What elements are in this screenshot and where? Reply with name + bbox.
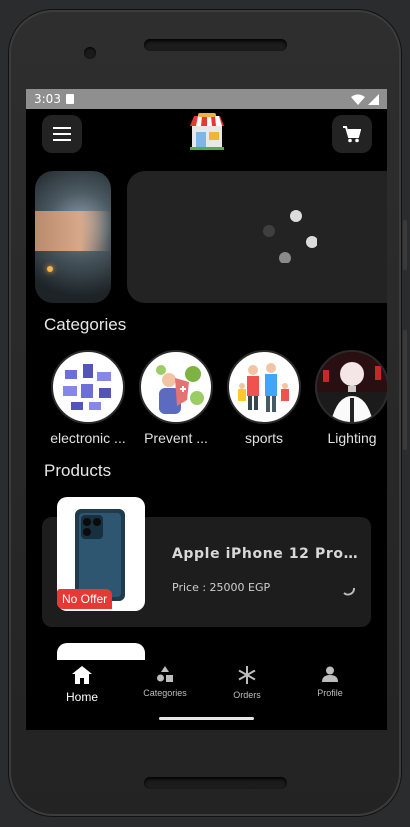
orders-icon — [238, 666, 256, 684]
wifi-icon — [351, 94, 365, 105]
cart-button[interactable] — [332, 115, 372, 153]
sd-card-icon — [65, 94, 74, 104]
banner-spark — [47, 266, 53, 272]
bottom-speaker — [144, 777, 287, 789]
price-loading-spinner-icon — [343, 587, 355, 596]
category-item-electronic[interactable]: electronic ... — [44, 350, 132, 446]
category-label: Lighting — [327, 430, 377, 446]
shopping-cart-icon — [343, 125, 361, 142]
home-icon — [72, 666, 92, 684]
status-time: 3:03 — [34, 92, 61, 106]
categories-icon — [157, 666, 173, 682]
products-title: Products — [44, 461, 112, 480]
category-item-lighting[interactable]: Lighting — [308, 350, 387, 446]
nav-profile[interactable]: Profile — [290, 666, 370, 698]
nav-categories-label: Categories — [143, 688, 187, 698]
app-bar — [26, 109, 387, 157]
offer-badge: No Offer — [57, 589, 113, 609]
category-image-lighting — [315, 350, 387, 424]
category-image-sports — [227, 350, 301, 424]
banner-arm-shape — [35, 211, 111, 251]
category-item-prevent[interactable]: Prevent ... — [132, 350, 220, 446]
category-label: electronic ... — [50, 430, 126, 446]
product-name[interactable]: Apple iPhone 12 Pro Ma... — [172, 546, 362, 562]
power-button — [403, 330, 407, 450]
category-label: Prevent ... — [144, 430, 208, 446]
signal-icon — [368, 93, 379, 105]
category-image-electronics — [51, 350, 125, 424]
nav-profile-label: Profile — [317, 688, 343, 698]
nav-home-label: Home — [65, 690, 98, 704]
category-item-sports[interactable]: sports — [220, 350, 308, 446]
nav-orders[interactable]: Orders — [207, 666, 287, 700]
hamburger-menu-icon — [53, 127, 71, 141]
nav-orders-label: Orders — [233, 690, 261, 700]
product-price: Price : 25000 EGP — [172, 581, 271, 594]
categories-list: electronic ... Prevent ... sports Lighti… — [26, 350, 387, 450]
volume-button — [403, 220, 407, 270]
nav-home[interactable]: Home — [42, 666, 122, 704]
menu-button[interactable] — [42, 115, 82, 153]
banner-slide-loading[interactable] — [127, 171, 387, 303]
top-speaker — [144, 39, 287, 51]
category-image-prevent — [139, 350, 213, 424]
category-label: sports — [244, 430, 284, 446]
nav-categories[interactable]: Categories — [125, 666, 205, 698]
store-logo-icon — [188, 112, 226, 152]
profile-icon — [322, 666, 338, 682]
home-indicator[interactable] — [159, 717, 254, 720]
banner-slide-image[interactable] — [35, 171, 111, 303]
categories-title: Categories — [44, 315, 127, 334]
app-screen: 3:03 Categories electronic ... Prevent .… — [26, 89, 387, 730]
front-camera — [84, 47, 96, 59]
loading-spinner-icon — [263, 210, 317, 263]
status-bar: 3:03 — [26, 89, 387, 109]
banner-carousel[interactable] — [26, 171, 387, 303]
